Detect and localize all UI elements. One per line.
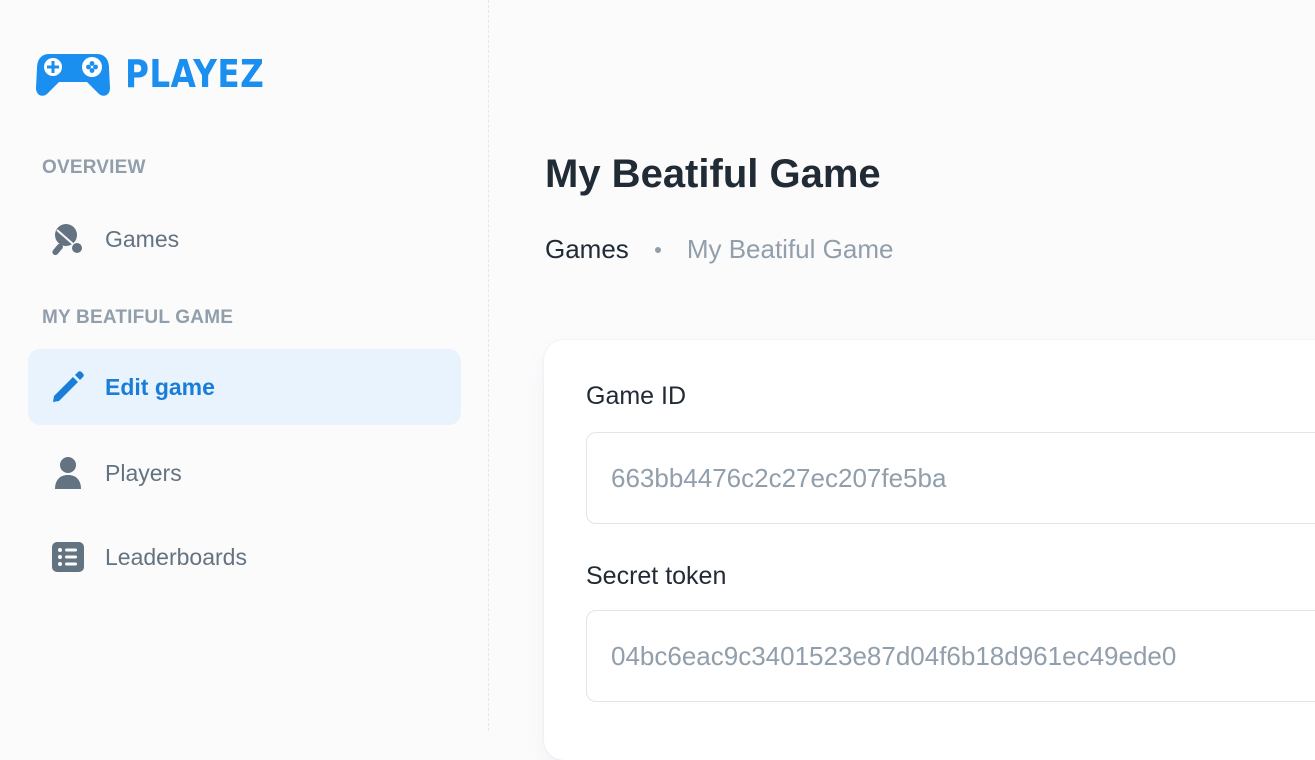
page-title: My Beatiful Game	[545, 152, 881, 196]
sidebar-item-label: Edit game	[105, 373, 215, 400]
sidebar: PLAYEZ OVERVIEW Games MY BEATIFUL GAME E…	[0, 0, 489, 731]
game-details-card: Game ID 663bb4476c2c27ec207fe5ba Secret …	[544, 340, 1315, 760]
sidebar-item-label: Leaderboards	[105, 543, 247, 570]
game-id-field[interactable]: 663bb4476c2c27ec207fe5ba	[586, 432, 1315, 524]
sidebar-item-leaderboards[interactable]: Leaderboards	[28, 519, 461, 595]
brand-logo[interactable]: PLAYEZ	[35, 50, 287, 98]
breadcrumb: Games My Beatiful Game	[545, 234, 893, 265]
pencil-icon	[50, 369, 86, 405]
breadcrumb-link-games[interactable]: Games	[545, 234, 629, 265]
sidebar-item-label: Games	[105, 225, 180, 252]
list-icon	[50, 539, 86, 575]
sidebar-item-games[interactable]: Games	[28, 201, 461, 277]
game-id-label: Game ID	[586, 382, 687, 410]
user-icon	[50, 455, 86, 491]
brand-name: PLAYEZ	[125, 52, 265, 96]
gamepad-icon	[36, 54, 110, 96]
section-title-overview: OVERVIEW	[42, 157, 146, 178]
sidebar-item-players[interactable]: Players	[28, 435, 461, 511]
sidebar-item-label: Players	[105, 459, 182, 486]
secret-token-field[interactable]: 04bc6eac9c3401523e87d04f6b18d961ec49ede0	[586, 610, 1315, 702]
sidebar-item-edit-game[interactable]: Edit game	[28, 349, 461, 425]
ping-pong-icon	[50, 221, 86, 257]
breadcrumb-separator	[654, 246, 661, 253]
breadcrumb-current: My Beatiful Game	[686, 234, 894, 264]
section-title-game: MY BEATIFUL GAME	[42, 307, 234, 328]
secret-token-label: Secret token	[586, 562, 727, 590]
main-content: My Beatiful Game Games My Beatiful Game …	[490, 0, 1315, 760]
